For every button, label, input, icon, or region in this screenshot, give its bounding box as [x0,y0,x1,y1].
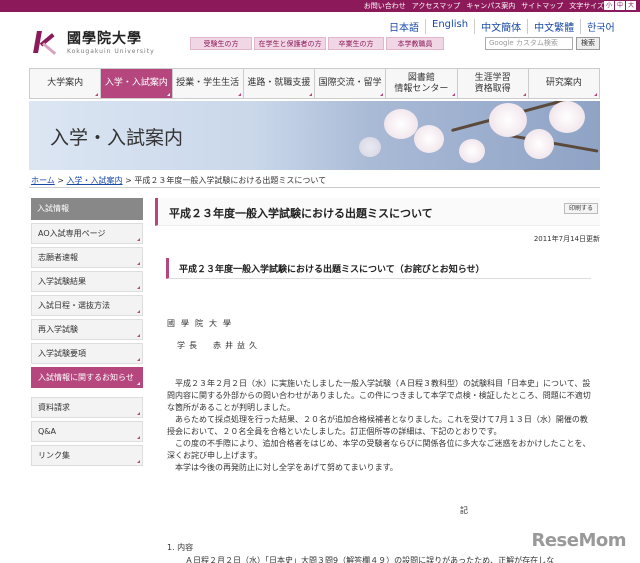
page-title-bar: 平成２３年度一般入学試験における出題ミスについて 印刷する [155,198,600,226]
logo-mark-icon [33,29,61,55]
breadcrumb-home-link[interactable]: ホーム [31,176,55,185]
hero-banner: 入学・入試案内 [29,101,600,170]
nav-campus-life[interactable]: 授業・学生生活 [171,69,243,98]
tab-prospective-students[interactable]: 受験生の方 [190,37,252,50]
access-map-link[interactable]: アクセスマップ [412,1,460,11]
ki-heading: 記 [460,506,468,515]
nav-lifelong-learning[interactable]: 生涯学習 資格取得 [456,69,528,98]
sidebar-item-guidelines[interactable]: 入学試験要項 [31,343,143,364]
article-subtitle-bar: 平成２３年度一般入学試験における出題ミスについて（お詫びとお知らせ） [166,258,591,279]
nav-research[interactable]: 研究案内 [527,69,599,98]
updated-date: 2011年7月14日更新 [533,235,600,243]
lang-chinese-traditional-link[interactable]: 中文繁體 [527,19,580,34]
search-button[interactable]: 検索 [576,37,600,50]
lang-japanese-link[interactable]: 日本語 [383,19,425,34]
utility-links: お問い合わせ アクセスマップ キャンパス案内 サイトマップ 文字サイズ [364,1,604,11]
breadcrumb-current: 平成２３年度一般入学試験における出題ミスについて [134,176,327,185]
sidebar-item-ao-entrance[interactable]: AO入試専用ページ [31,223,143,244]
main-navigation: 大学案内 入学・入試案内 授業・学生生活 進路・就職支援 国際交流・留学 図書館… [29,68,600,99]
breadcrumb-separator: > [122,176,135,185]
contact-link[interactable]: お問い合わせ [364,1,406,11]
sidebar-item-faq[interactable]: Q&A [31,421,143,442]
hero-title: 入学・入試案内 [50,127,184,149]
logo-name-jp: 國學院大學 [67,31,142,47]
signature-university: 國學院大學 [167,319,237,328]
text-size-controls: 小 中 大 [604,1,636,10]
site-logo[interactable]: 國學院大學 Kokugakuin University [33,28,155,55]
breadcrumb-section-link[interactable]: 入学・入試案内 [67,176,123,185]
tab-alumni[interactable]: 卒業生の方 [328,37,384,50]
nav-international[interactable]: 国際交流・留学 [314,69,385,98]
sidenav-header: 入試情報 [31,198,143,220]
text-size-small-button[interactable]: 小 [604,1,614,10]
paragraph: あらためて採点処理を行った結果、２０名が追加合格候補者となりました。これを受けて… [167,415,588,436]
text-size-label: 文字サイズ [569,2,604,10]
tab-faculty-staff[interactable]: 本学教職員 [386,37,444,50]
search-input[interactable]: Google カスタム検索 [485,37,573,50]
print-button[interactable]: 印刷する [563,203,598,214]
logo-name-en: Kokugakuin University [67,48,155,55]
signature-president: 学長 赤井益久 [177,341,261,350]
nav-about[interactable]: 大学案内 [30,69,100,98]
sitemap-link[interactable]: サイトマップ [521,1,563,11]
page-title: 平成２３年度一般入学試験における出題ミスについて [169,207,433,220]
side-navigation: 入試情報 AO入試専用ページ 志願者速報 入学試験結果 入試日程・選抜方法 再入… [31,198,143,466]
utility-bar: お問い合わせ アクセスマップ キャンパス案内 サイトマップ 文字サイズ 小 中 … [0,0,640,12]
lang-english-link[interactable]: English [425,19,474,34]
breadcrumb: ホーム > 入学・入試案内 > 平成２３年度一般入学試験における出題ミスについて [31,175,326,186]
breadcrumb-separator: > [54,176,67,185]
article-body: 平成２３年２月２日（水）に実施いたしました一般入学試験（Ａ日程３教科型）の試験科… [167,378,595,474]
paragraph: この度の不手際により、追加合格者をはじめ、本学の受験者ならびに関係各位に多大なご… [167,439,591,460]
campus-guide-link[interactable]: キャンパス案内 [466,1,515,11]
article-subtitle: 平成２３年度一般入学試験における出題ミスについて（お詫びとお知らせ） [179,265,485,275]
sidebar-item-links[interactable]: リンク集 [31,445,143,466]
lang-chinese-simplified-link[interactable]: 中文簡体 [474,19,527,34]
audience-tabs: 受験生の方 在学生と保護者の方 卒業生の方 本学教職員 [190,37,444,50]
nav-admissions[interactable]: 入学・入試案内 [100,69,172,98]
text-size-large-button[interactable]: 大 [626,1,636,10]
language-links: 日本語 English 中文簡体 中文繁體 한국어 [383,19,621,34]
paragraph: 本学は今後の再発防止に対し全学をあげて努めてまいります。 [175,463,398,472]
sidebar-item-request-materials[interactable]: 資料請求 [31,397,143,418]
lang-korean-link[interactable]: 한국어 [580,19,621,34]
sidebar-item-exam-results[interactable]: 入学試験結果 [31,271,143,292]
nav-career[interactable]: 進路・就職支援 [242,69,314,98]
resemom-watermark: ReseMom [531,530,626,551]
sidebar-item-readmission[interactable]: 再入学試験 [31,319,143,340]
text-size-medium-button[interactable]: 中 [615,1,625,10]
sidebar-item-notices[interactable]: 入試情報に関するお知らせ [31,367,143,388]
sidebar-item-schedule[interactable]: 入試日程・選抜方法 [31,295,143,316]
site-search: Google カスタム検索 検索 [485,37,600,50]
tab-students-parents[interactable]: 在学生と保護者の方 [254,37,326,50]
list-item-heading: 1. 内容 [167,543,194,552]
paragraph: 平成２３年２月２日（水）に実施いたしました一般入学試験（Ａ日程３教科型）の試験科… [167,379,591,412]
divider [29,187,600,188]
list-item-text: Ａ日程２月２日（水）「日本史」大問３問9（解答欄４９）の設問に誤りがあったため、… [185,556,555,563]
sidebar-item-applicant-stats[interactable]: 志願者速報 [31,247,143,268]
nav-library[interactable]: 図書館 情報センター [385,69,456,98]
